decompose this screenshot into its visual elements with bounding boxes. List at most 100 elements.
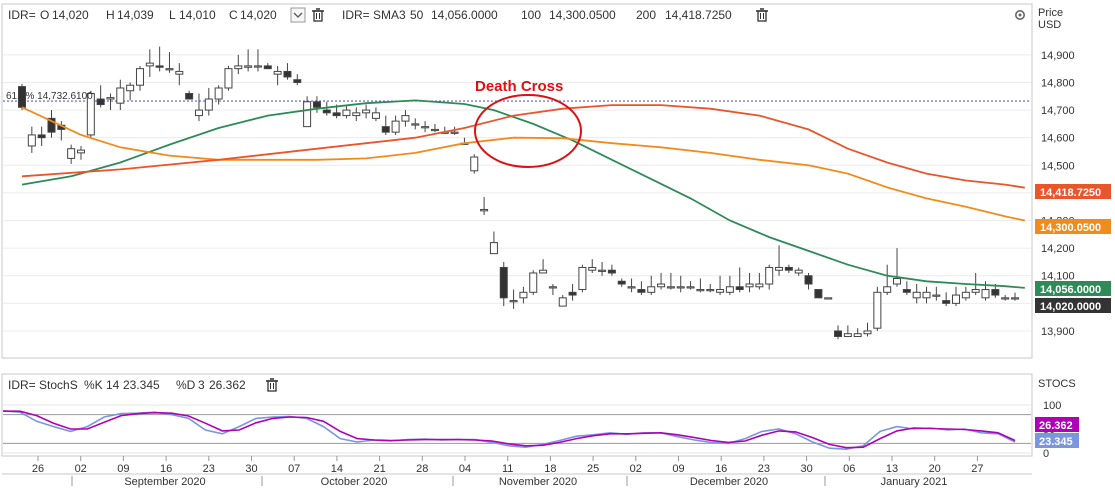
close-badge: 14,020.0000 <box>1035 298 1111 313</box>
candle-body <box>352 112 361 117</box>
day-tick-label: 02 <box>75 463 87 475</box>
candle-body <box>834 330 843 337</box>
day-tick-label: 20 <box>929 463 941 475</box>
candle-body <box>263 65 272 70</box>
open-value: 14,020 <box>52 8 89 22</box>
candle-body <box>391 120 400 133</box>
svg-text:26.362: 26.362 <box>1039 420 1073 432</box>
sma100-value: 14,300.0500 <box>549 8 616 22</box>
candle-body <box>450 131 459 134</box>
day-tick-label: 28 <box>416 463 428 475</box>
candle-body <box>529 272 538 293</box>
price-tick-label: 14,800 <box>1041 77 1075 89</box>
day-tick-label: 16 <box>160 463 172 475</box>
candle-body <box>981 289 990 299</box>
day-tick-label: 06 <box>843 463 855 475</box>
sma200-value: 14,418.7250 <box>665 8 732 22</box>
stoch-d-badge: 26.362 <box>1035 417 1079 432</box>
day-tick-label: 30 <box>800 463 812 475</box>
candle-body <box>588 266 597 271</box>
candle-body <box>27 134 36 147</box>
x-axis: 26 02 09 16 23 30 07 14 21 28 04 11 18 25 02 09 16 23 30 06… <box>2 456 1032 488</box>
candle-body <box>519 291 528 299</box>
candle-body <box>116 87 125 104</box>
price-axis-unit: USD <box>1038 19 1061 31</box>
candle-body <box>303 101 312 128</box>
stoch-k-label: %K <box>84 378 103 392</box>
price-tick-label: 14,700 <box>1041 105 1075 117</box>
day-tick-label: 25 <box>587 463 599 475</box>
candle-body <box>696 289 705 292</box>
candle-body <box>342 109 351 117</box>
candle-body <box>657 283 666 288</box>
candle-body <box>332 112 341 117</box>
candle-body <box>322 109 331 114</box>
candle-body <box>67 148 76 159</box>
candle-body <box>745 283 754 288</box>
candle-body <box>539 269 548 274</box>
close-value: 14,020 <box>240 8 277 22</box>
candle-body <box>755 283 764 288</box>
candle-body <box>686 286 695 289</box>
day-tick-label: 30 <box>245 463 257 475</box>
candle-body <box>145 62 154 67</box>
price-tick-label: 14,900 <box>1041 50 1075 62</box>
candle-body <box>362 109 371 114</box>
price-axis-title: Price <box>1038 7 1063 19</box>
candle-body <box>893 277 902 285</box>
candle-body <box>411 123 420 126</box>
stoch-d-label: %D <box>176 378 196 392</box>
candle-body <box>234 65 243 70</box>
candle-body <box>794 269 803 274</box>
candle-body <box>952 294 961 304</box>
close-label: C <box>229 8 238 22</box>
candle-body <box>775 266 784 271</box>
day-tick-label: 11 <box>502 463 513 475</box>
month-label: December 2020 <box>690 476 768 488</box>
svg-text:14,056.0000: 14,056.0000 <box>1040 284 1101 296</box>
candle-body <box>902 289 911 293</box>
death-cross-label: Death Cross <box>475 78 563 95</box>
candle-body <box>106 97 115 100</box>
candle-body <box>784 266 793 271</box>
candle-body <box>873 291 882 329</box>
candle-body <box>804 275 813 285</box>
candle-body <box>647 286 656 293</box>
day-tick-label: 14 <box>331 463 343 475</box>
day-tick-label: 04 <box>459 463 471 475</box>
candle-body <box>735 286 744 291</box>
sma100-badge: 14,300.0500 <box>1035 219 1111 234</box>
candle-body <box>942 300 951 304</box>
svg-text:14,020.0000: 14,020.0000 <box>1040 301 1101 313</box>
price-tick-label: 14,100 <box>1041 271 1075 283</box>
price-tick-label: 13,900 <box>1041 326 1075 338</box>
stoch-label: IDR= StochS <box>8 378 78 392</box>
candle-body <box>725 286 734 293</box>
day-tick-label: 09 <box>117 463 129 475</box>
price-tick-label: 14,200 <box>1041 243 1075 255</box>
day-tick-label: 23 <box>203 463 215 475</box>
candle-body <box>480 208 489 212</box>
candle-body <box>607 269 616 274</box>
stoch-k-badge: 23.345 <box>1035 433 1079 448</box>
month-label: November 2020 <box>499 476 577 488</box>
low-label: L <box>169 8 176 22</box>
chevron-down-icon[interactable] <box>290 7 306 23</box>
high-value: 14,039 <box>117 8 154 22</box>
symbol-label: IDR= <box>8 8 36 22</box>
candle-body <box>883 286 892 293</box>
candle-body <box>470 156 479 172</box>
day-tick-label: 23 <box>758 463 770 475</box>
stoch-d-value: 26.362 <box>209 378 246 392</box>
day-tick-label: 26 <box>32 463 44 475</box>
month-label: September 2020 <box>124 476 205 488</box>
candle-body <box>765 266 774 285</box>
day-tick-label: 09 <box>672 463 684 475</box>
high-label: H <box>106 8 115 22</box>
day-tick-label: 21 <box>373 463 385 475</box>
candle-body <box>253 65 262 68</box>
candle-body <box>568 291 577 296</box>
stoch-k-value: 23.345 <box>123 378 160 392</box>
candle-body <box>971 289 980 293</box>
candle-body <box>273 70 282 75</box>
